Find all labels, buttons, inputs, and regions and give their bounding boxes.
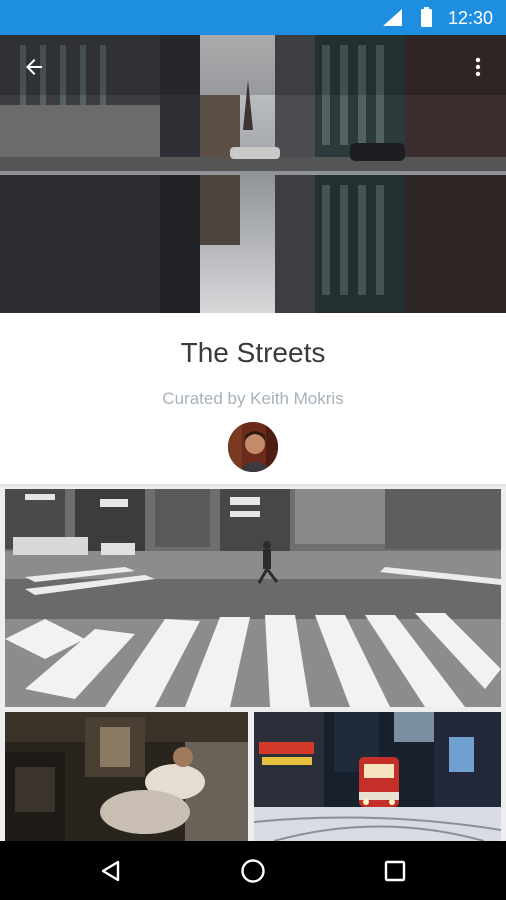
hero-city-reflection-image xyxy=(0,35,506,313)
photo-crosswalk[interactable] xyxy=(5,489,501,707)
nav-recents-square-icon xyxy=(384,860,406,882)
more-vert-icon xyxy=(475,57,481,77)
curator-avatar-image xyxy=(228,422,278,472)
crosswalk-photo-image xyxy=(5,489,501,707)
photo-gallery xyxy=(0,486,506,841)
collection-screen: 12:30 The Streets Curated by Keith Mokri… xyxy=(0,0,506,900)
collection-title: The Streets xyxy=(180,337,326,368)
battery-icon xyxy=(421,7,432,27)
collection-header: The Streets Curated by Keith Mokris xyxy=(0,313,506,484)
nav-recents-button[interactable] xyxy=(374,850,416,892)
collection-curator[interactable]: Curated by Keith Mokris xyxy=(0,388,506,410)
train-interior-photo-image xyxy=(5,712,248,841)
nav-home-button[interactable] xyxy=(232,850,274,892)
cell-signal-icon xyxy=(383,9,402,26)
photo-train-interior[interactable] xyxy=(5,712,248,841)
back-button[interactable] xyxy=(14,47,54,87)
arrow-back-icon xyxy=(26,59,42,75)
curator-avatar[interactable] xyxy=(228,422,278,472)
nav-home-circle-icon xyxy=(241,859,265,883)
photo-streetcar-night[interactable] xyxy=(254,712,501,841)
more-options-button[interactable] xyxy=(458,47,498,87)
nav-back-button[interactable] xyxy=(90,850,132,892)
system-navigation-bar xyxy=(0,841,506,900)
nav-back-triangle-icon xyxy=(101,860,120,882)
status-time: 12:30 xyxy=(447,8,493,28)
status-bar: 12:30 xyxy=(0,0,506,35)
hero-image xyxy=(0,35,506,313)
streetcar-night-photo-image xyxy=(254,712,501,841)
